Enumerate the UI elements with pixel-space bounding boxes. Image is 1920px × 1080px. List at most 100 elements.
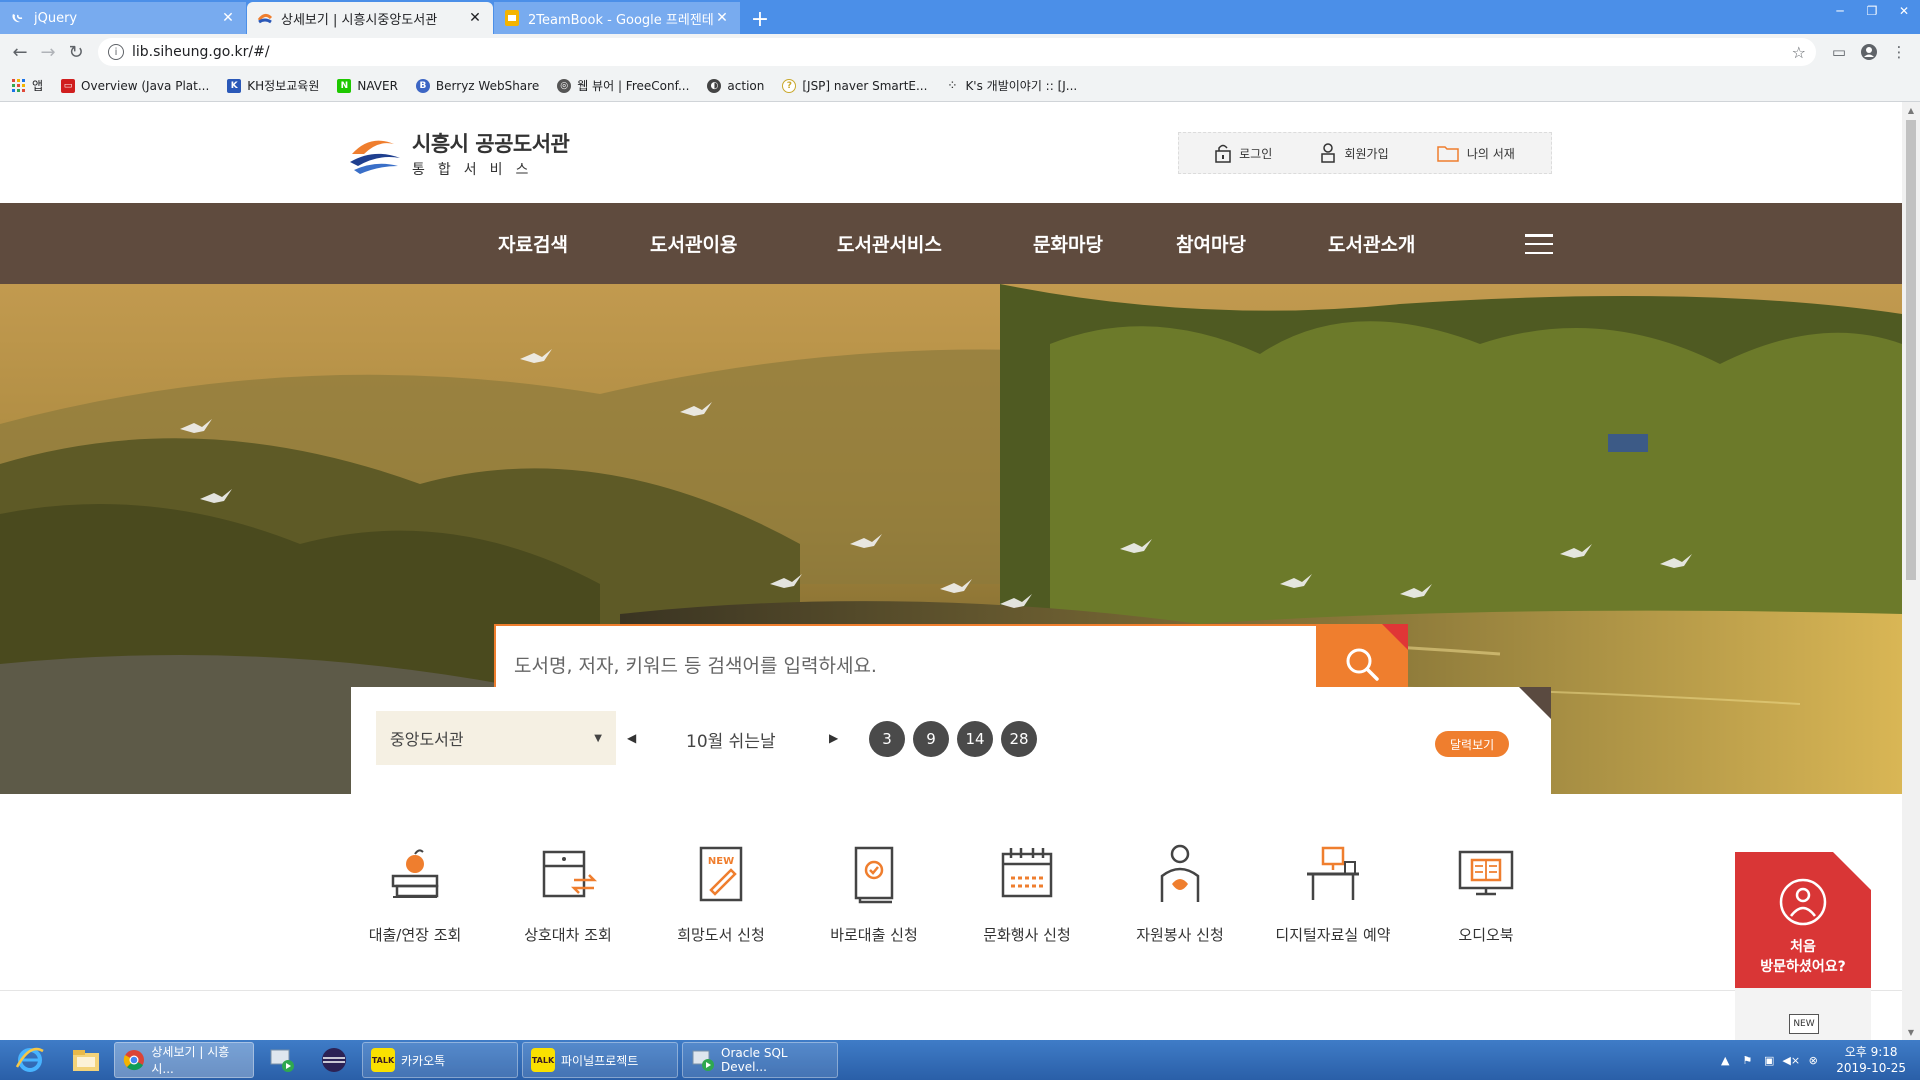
address-bar[interactable]: i lib.siheung.go.kr/#/ ☆ xyxy=(98,38,1816,66)
system-clock[interactable]: 오후 9:18 2019-10-25 xyxy=(1836,1044,1906,1076)
close-tab-icon[interactable]: ✕ xyxy=(220,10,236,26)
page-scrollbar[interactable]: ▲ ▼ xyxy=(1902,102,1920,1040)
action-center-flag-icon[interactable]: ⚑ xyxy=(1736,1050,1758,1070)
taskbar-chrome[interactable]: 상세보기 | 시흥시... xyxy=(114,1042,254,1078)
nav-library-usage[interactable]: 도서관이용 xyxy=(650,230,737,257)
reload-icon[interactable]: ↻ xyxy=(62,38,90,66)
menu-kebab-icon[interactable]: ⋮ xyxy=(1884,38,1914,66)
close-tab-icon[interactable]: ✕ xyxy=(467,10,483,26)
login-link[interactable]: 로그인 xyxy=(1215,143,1272,163)
windows-taskbar: 상세보기 | 시흥시... TALK 카카오톡 TALK 파이널프로젝트 Ora… xyxy=(0,1040,1920,1080)
nav-about[interactable]: 도서관소개 xyxy=(1328,230,1415,257)
eclipse-icon[interactable] xyxy=(308,1041,360,1079)
quick-link-culture-event[interactable]: 문화행사 신청 xyxy=(950,842,1104,945)
quick-link-label: 희망도서 신청 xyxy=(677,926,765,944)
bookmark-action[interactable]: ◐ action xyxy=(707,78,764,93)
taskbar-sql-developer[interactable]: Oracle SQL Devel... xyxy=(682,1042,838,1078)
bookmark-jsp[interactable]: ? [JSP] naver SmartE... xyxy=(782,78,927,93)
web-page: 시흥시 공공도서관 통합서비스 로그인 회원가입 나의 서재 자료검색 도서관이… xyxy=(0,102,1902,1040)
quick-links: 대출/연장 조회 상호대차 조회 NEW 희망도서 신청 바로대출 신청 문화행… xyxy=(0,794,1902,1040)
closed-day: 3 xyxy=(869,721,905,757)
clock-time: 오후 9:18 xyxy=(1844,1045,1898,1059)
view-calendar-button[interactable]: 달력보기 xyxy=(1435,731,1510,757)
restore-icon[interactable]: ❐ xyxy=(1856,0,1888,22)
quick-link-direct-loan[interactable]: 바로대출 신청 xyxy=(797,842,951,945)
close-window-icon[interactable]: ✕ xyxy=(1888,0,1920,22)
back-icon[interactable]: ← xyxy=(6,38,34,66)
login-label: 로그인 xyxy=(1239,146,1273,161)
ime-icon[interactable]: ⊗ xyxy=(1802,1050,1824,1070)
new-tab-button[interactable]: + xyxy=(745,4,775,34)
taskbar-kakaotalk[interactable]: TALK 카카오톡 xyxy=(362,1042,518,1078)
url-text: lib.siheung.go.kr/#/ xyxy=(132,44,270,60)
quick-link-loan-status[interactable]: 대출/연장 조회 xyxy=(338,842,492,945)
tab-title: 상세보기 | 시흥시중앙도서관 xyxy=(281,12,438,28)
globe-icon: ◐ xyxy=(707,78,722,93)
bookmark-k-dev[interactable]: ⁘ K's 개발이야기 :: [J... xyxy=(945,77,1078,94)
quick-link-digital-room[interactable]: 디지털자료실 예약 xyxy=(1256,842,1410,945)
library-select[interactable]: 중앙도서관 ▼ xyxy=(376,711,616,765)
main-navigation: 자료검색 도서관이용 도서관서비스 문화마당 참여마당 도서관소개 xyxy=(0,203,1902,284)
site-info-icon[interactable]: i xyxy=(108,44,124,60)
ie-icon[interactable] xyxy=(0,1040,60,1080)
bookmark-freeconf[interactable]: ◎ 웹 뷰어 | FreeConf... xyxy=(557,77,689,94)
nav-library-services[interactable]: 도서관서비스 xyxy=(837,230,942,257)
network-icon[interactable]: ▣ xyxy=(1758,1050,1780,1070)
folder-icon xyxy=(1437,144,1459,162)
tab-library[interactable]: 상세보기 | 시흥시중앙도서관 ✕ xyxy=(247,2,493,34)
taskbar-app-label: 상세보기 | 시흥시... xyxy=(151,1045,230,1076)
profile-icon[interactable] xyxy=(1854,38,1884,66)
nav-search-materials[interactable]: 자료검색 xyxy=(498,230,568,257)
show-hidden-icons-icon[interactable]: ▲ xyxy=(1714,1050,1736,1070)
first-visit-banner[interactable]: 처음 방문하셨어요? xyxy=(1735,852,1871,988)
quick-link-volunteer[interactable]: 자원봉사 신청 xyxy=(1103,842,1257,945)
bookmark-label: Overview (Java Plat... xyxy=(81,78,210,93)
bookmark-star-icon[interactable]: ☆ xyxy=(1792,43,1806,62)
closed-day: 14 xyxy=(957,721,993,757)
next-month-icon[interactable]: ▶ xyxy=(829,731,838,745)
tab-jquery[interactable]: jQuery ✕ xyxy=(0,2,246,34)
nav-participation[interactable]: 참여마당 xyxy=(1176,230,1246,257)
taskbar-final-project[interactable]: TALK 파이널프로젝트 xyxy=(522,1042,678,1078)
browser-toolbar: ← → ↻ i lib.siheung.go.kr/#/ ☆ ▭ ⋮ xyxy=(0,34,1920,70)
prev-month-icon[interactable]: ◀ xyxy=(627,731,636,745)
new-panel[interactable]: NEW xyxy=(1735,988,1871,1040)
hamburger-menu-icon[interactable] xyxy=(1525,234,1553,254)
media-player-icon[interactable] xyxy=(256,1041,308,1079)
new-book-pen-icon: NEW xyxy=(699,846,743,902)
berryz-icon: B xyxy=(415,78,430,93)
my-library-link[interactable]: 나의 서재 xyxy=(1437,144,1515,162)
scroll-down-icon[interactable]: ▼ xyxy=(1902,1024,1920,1040)
book-check-icon xyxy=(854,846,894,904)
scrollbar-thumb[interactable] xyxy=(1906,120,1916,580)
apps-grid-icon xyxy=(12,78,26,93)
quick-link-request-book[interactable]: NEW 희망도서 신청 xyxy=(644,842,798,945)
closed-days-title: 10월 쉬는날 xyxy=(686,732,776,752)
bookmark-java-overview[interactable]: ▭ Overview (Java Plat... xyxy=(61,78,210,93)
file-explorer-icon[interactable] xyxy=(60,1041,112,1079)
forward-icon[interactable]: → xyxy=(34,38,62,66)
signup-link[interactable]: 회원가입 xyxy=(1320,143,1389,163)
siheung-logo-icon xyxy=(257,10,273,26)
first-visit-line1: 처음 xyxy=(1790,939,1816,955)
calendar-icon xyxy=(1001,848,1053,898)
bookmark-apps[interactable]: 앱 xyxy=(12,77,43,94)
site-logo[interactable]: 시흥시 공공도서관 통합서비스 xyxy=(348,128,570,179)
cast-icon[interactable]: ▭ xyxy=(1824,38,1854,66)
kh-icon: K xyxy=(227,78,242,93)
scroll-up-icon[interactable]: ▲ xyxy=(1902,102,1920,118)
volume-muted-icon[interactable]: ◀× xyxy=(1780,1050,1802,1070)
section-divider xyxy=(0,990,1902,991)
freeconf-icon: ◎ xyxy=(557,78,572,93)
minimize-icon[interactable]: ─ xyxy=(1824,0,1856,22)
bookmark-naver[interactable]: N NAVER xyxy=(337,78,398,93)
window-controls: ─ ❐ ✕ xyxy=(1824,0,1920,22)
quick-link-interlibrary[interactable]: 상호대차 조회 xyxy=(491,842,645,945)
quick-link-audiobook[interactable]: 오디오북 xyxy=(1409,842,1563,945)
bookmark-kh[interactable]: K KH정보교육원 xyxy=(227,77,319,94)
nav-culture[interactable]: 문화마당 xyxy=(1033,230,1103,257)
bookmark-berryz[interactable]: B Berryz WebShare xyxy=(415,78,539,93)
kakaotalk-icon: TALK xyxy=(371,1048,395,1072)
close-tab-icon[interactable]: ✕ xyxy=(714,10,730,26)
tab-google-slides[interactable]: 2TeamBook - Google 프레젠테이 ✕ xyxy=(494,2,740,34)
